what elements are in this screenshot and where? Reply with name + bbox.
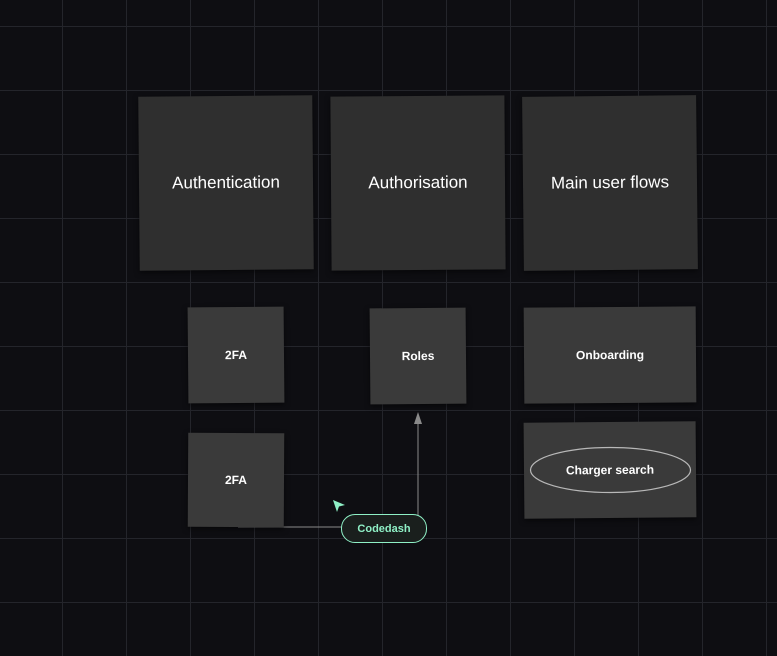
note-label: Authentication — [172, 172, 280, 193]
cursor-arrow-icon — [333, 500, 345, 512]
note-label: Onboarding — [575, 347, 645, 363]
up-arrow-icon — [414, 412, 422, 424]
sticky-note-onboarding[interactable]: Onboarding — [523, 306, 697, 404]
sticky-note-charger-search[interactable]: Charger search — [523, 421, 697, 519]
collaborator-cursor-label: Codedash — [341, 514, 427, 543]
sticky-note-roles[interactable]: Roles — [369, 307, 467, 405]
sticky-note-authorisation[interactable]: Authorisation — [330, 95, 506, 271]
note-label: Authorisation — [368, 172, 468, 193]
whiteboard-canvas[interactable]: Authentication Authorisation Main user f… — [0, 0, 777, 656]
note-label: 2FA — [224, 472, 248, 488]
sticky-note-authentication[interactable]: Authentication — [138, 95, 314, 271]
note-label: 2FA — [224, 347, 248, 363]
sticky-note-2fa[interactable]: 2FA — [187, 306, 285, 404]
note-label: Main user flows — [550, 172, 670, 193]
sticky-note-main-user-flows[interactable]: Main user flows — [522, 95, 698, 271]
sticky-note-2fa-second[interactable]: 2FA — [187, 432, 285, 528]
collaborator-name: Codedash — [357, 522, 411, 535]
note-label: Charger search — [565, 462, 655, 478]
note-label: Roles — [401, 348, 435, 364]
